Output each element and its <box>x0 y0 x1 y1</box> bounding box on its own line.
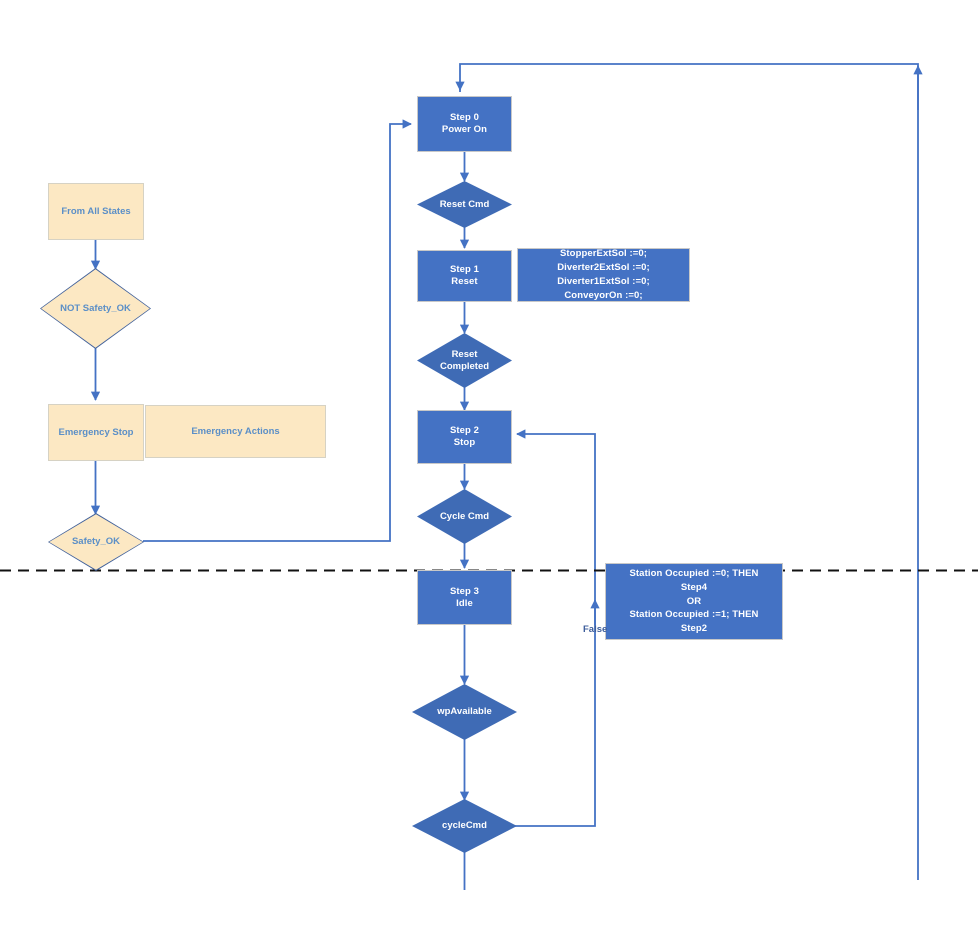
node-step1-actions-label: StopperExtSol :=0; Diverter2ExtSol :=0; … <box>557 248 650 301</box>
node-not-safety-ok-label: NOT Safety_OK <box>60 302 131 314</box>
node-step2-stop[interactable]: Step 2 Stop <box>417 410 512 464</box>
node-step1-label: Step 1 Reset <box>449 264 480 287</box>
edge-label-false: False <box>583 624 608 635</box>
node-step3-label: Step 3 Idle <box>449 585 480 609</box>
node-step1-actions[interactable]: StopperExtSol :=0; Diverter2ExtSol :=0; … <box>517 248 690 302</box>
edge-cyclecmd-false-to-step2 <box>504 429 596 827</box>
node-emergency-actions-label: Emergency Actions <box>191 425 280 437</box>
edge-safetyok-to-step0 <box>143 119 412 542</box>
node-emergency-stop-label: Emergency Stop <box>58 426 134 438</box>
node-step2-label: Step 2 Stop <box>449 425 480 448</box>
node-safety-ok-label: Safety_OK <box>71 536 121 548</box>
node-from-all-states[interactable]: From All States <box>48 183 144 240</box>
node-from-all-states-label: From All States <box>61 205 131 217</box>
node-step1-reset[interactable]: Step 1 Reset <box>417 250 512 302</box>
node-emergency-stop[interactable]: Emergency Stop <box>48 404 144 461</box>
node-step3-idle[interactable]: Step 3 Idle <box>417 570 512 625</box>
node-step3-actions-label: Station Occupied :=0; THEN Step4 OR Stat… <box>629 568 759 635</box>
node-cycle-cmd-label: Cycle Cmd <box>439 510 490 522</box>
edge-top-return-path <box>455 63 919 880</box>
node-emergency-actions[interactable]: Emergency Actions <box>145 405 326 458</box>
node-step0-label: Step 0 Power On <box>441 112 488 135</box>
node-cycle-cmd-lower-label: cycleCmd <box>442 820 487 832</box>
node-step3-actions[interactable]: Station Occupied :=0; THEN Step4 OR Stat… <box>605 563 783 640</box>
node-reset-completed-label: Reset Completed <box>439 348 490 372</box>
flowchart-canvas: From All States NOT Safety_OK Emergency … <box>0 0 978 932</box>
node-reset-cmd-label: Reset Cmd <box>439 198 490 210</box>
node-wp-available-label: wpAvailable <box>437 706 492 718</box>
node-step0-power-on[interactable]: Step 0 Power On <box>417 96 512 152</box>
